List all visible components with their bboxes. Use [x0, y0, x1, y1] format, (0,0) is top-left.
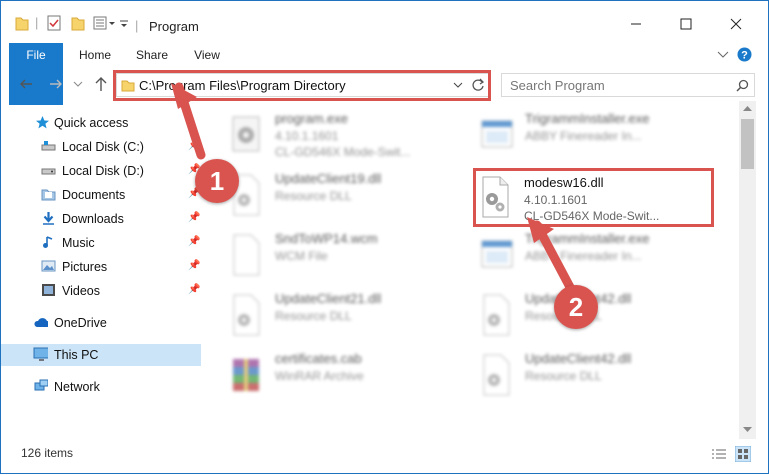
status-bar: 126 items	[1, 441, 768, 467]
arrow-1-head	[171, 83, 197, 109]
callout-2: 2	[554, 285, 598, 329]
large-icons-view-icon[interactable]	[735, 446, 751, 462]
item-count: 126 items	[21, 446, 74, 460]
explorer-window: | | Program File Home Share View ? C:\Pr…	[0, 0, 769, 474]
details-view-icon[interactable]	[711, 447, 727, 461]
annotation-arrows	[171, 82, 576, 294]
callout-1: 1	[195, 159, 239, 203]
